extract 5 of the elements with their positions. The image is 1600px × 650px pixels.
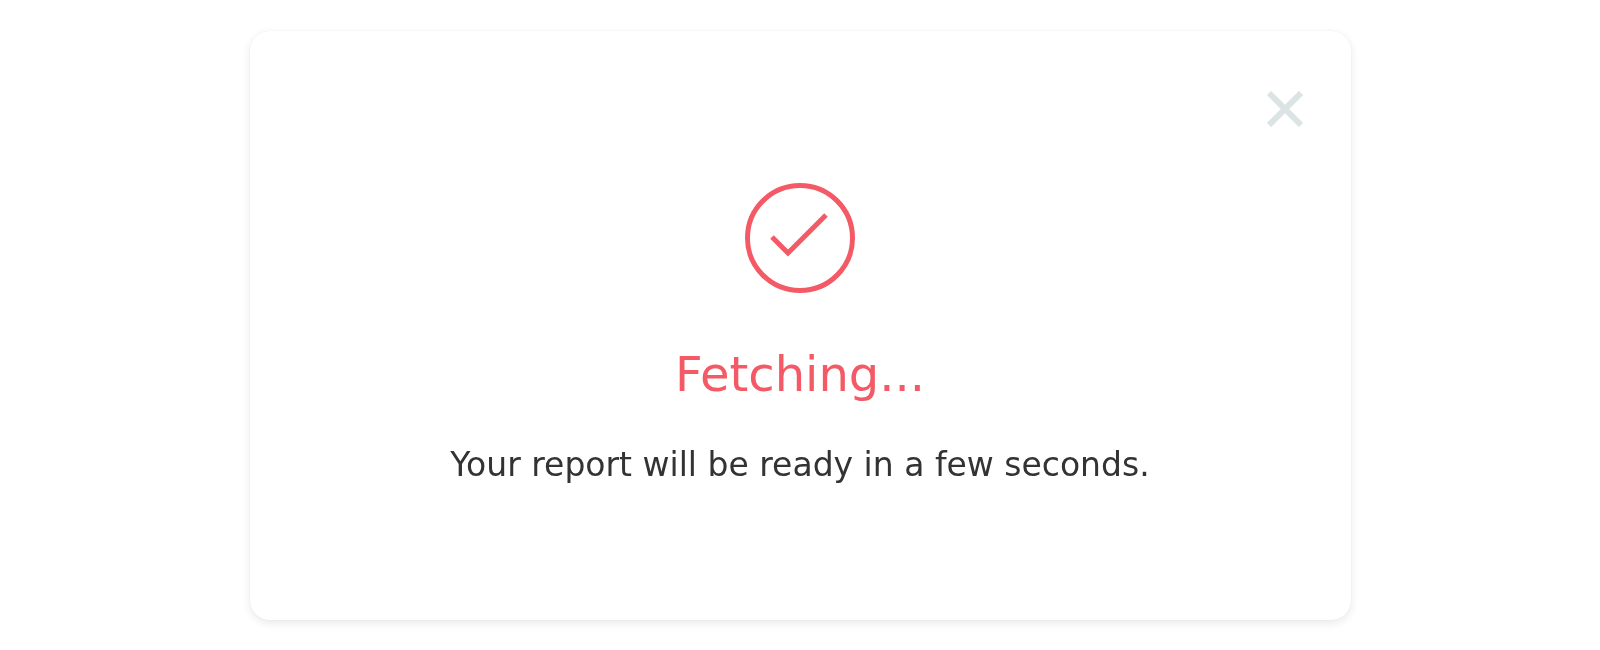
close-button[interactable] [1266, 91, 1303, 127]
dialog-message: Your report will be ready in a few seconds. [450, 445, 1150, 485]
check-circle-icon [745, 183, 855, 293]
dialog-title: Fetching... [674, 345, 926, 404]
close-icon [1266, 91, 1303, 127]
